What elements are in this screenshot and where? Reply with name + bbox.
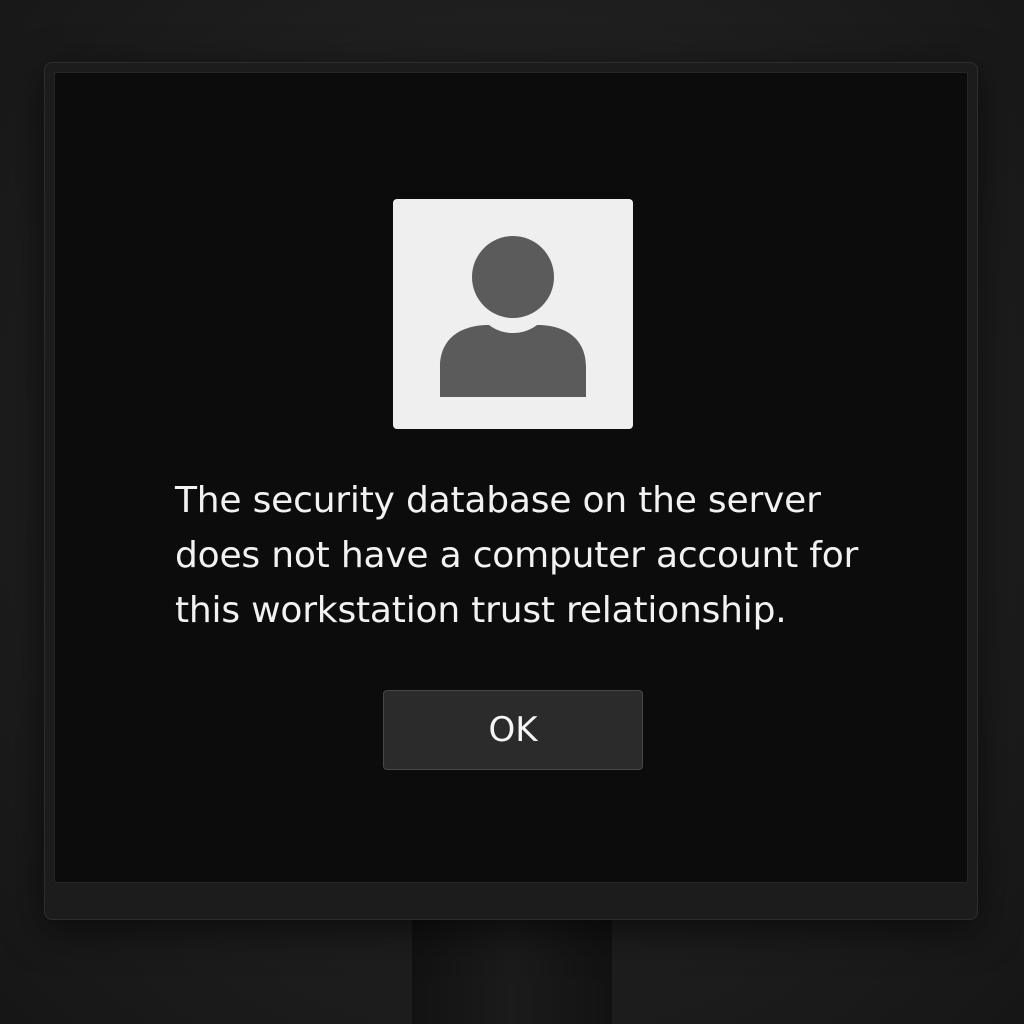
user-avatar-icon: [393, 199, 633, 429]
user-silhouette-icon: [440, 236, 586, 397]
ok-button[interactable]: OK: [383, 690, 643, 770]
ok-button-label: OK: [488, 710, 538, 750]
error-message: The security database on the server does…: [175, 480, 859, 631]
login-screen: The security database on the server does…: [54, 72, 968, 883]
monitor-frame: The security database on the server does…: [44, 62, 978, 920]
monitor-stand: [412, 910, 612, 1024]
